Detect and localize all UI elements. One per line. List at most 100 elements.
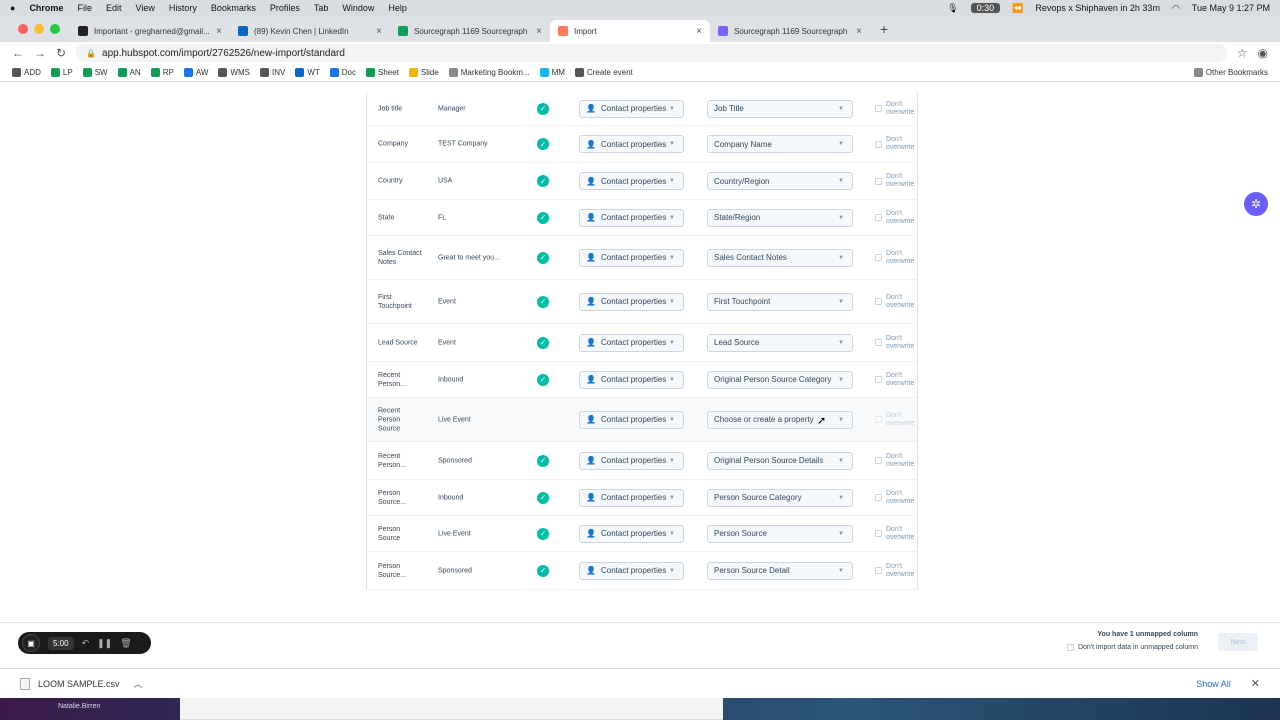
close-tab-icon[interactable]: × [216,26,222,37]
show-all-button[interactable]: Show All [1196,679,1231,689]
property-dropdown[interactable]: Company Name ▼ [707,135,853,153]
loom-timer[interactable]: 5:00 [48,636,74,650]
object-type-dropdown[interactable]: 👤 Contact properties ▼ [579,248,684,267]
close-tab-icon[interactable]: × [696,26,702,37]
overwrite-checkbox[interactable]: Don't overwrite [875,453,914,469]
reload-icon[interactable]: ↻ [56,46,66,60]
property-dropdown[interactable]: Job Title ▼ [707,99,853,118]
wifi-icon[interactable]: ◠ [1172,3,1180,14]
close-window-button[interactable] [18,24,28,34]
bookmark-create-event[interactable]: Create event [574,68,633,77]
star-icon[interactable]: ☆ [1237,46,1248,60]
close-tab-icon[interactable]: × [536,26,542,37]
profile-avatar[interactable]: ◉ [1258,46,1268,60]
checkbox[interactable] [875,530,882,537]
property-dropdown[interactable]: Lead Source ▼ [707,333,853,352]
property-dropdown[interactable]: Country/Region ▼ [707,172,853,190]
object-type-dropdown[interactable]: 👤 Contact properties ▼ [579,172,684,190]
menu-window[interactable]: Window [342,3,374,13]
bookmark-wt[interactable]: WT [295,68,320,77]
property-dropdown[interactable]: Person Source Detail ▼ [707,561,853,580]
checkbox[interactable] [875,494,882,501]
menu-app[interactable]: Chrome [29,3,63,13]
next-button[interactable]: Next [1218,633,1258,651]
menu-bookmarks[interactable]: Bookmarks [211,3,256,13]
forward-icon[interactable]: → [34,46,46,60]
object-type-dropdown[interactable]: 👤 Contact properties ▼ [579,524,684,543]
bookmark-rp[interactable]: RP [150,68,174,77]
checkbox[interactable] [875,298,882,305]
property-dropdown[interactable]: State/Region ▼ [707,208,853,227]
tab-import[interactable]: Import × [550,20,710,42]
overwrite-checkbox[interactable]: Don't overwrite [875,136,914,152]
other-bookmarks[interactable]: Other Bookmarks [1193,68,1268,77]
overwrite-checkbox[interactable]: Don't overwrite [875,490,914,506]
overwrite-checkbox[interactable]: Don't overwrite [875,335,914,351]
close-icon[interactable]: ✕ [1251,677,1260,690]
property-dropdown[interactable]: Person Source ▼ [707,524,853,543]
overwrite-checkbox[interactable]: Don't overwrite [875,563,914,579]
camera-icon[interactable]: ▣ [22,634,40,652]
microphone-icon[interactable]: 🎙 [947,3,958,14]
object-type-dropdown[interactable]: 👤 Contact properties ▼ [579,451,684,470]
menu-history[interactable]: History [169,3,197,13]
checkbox[interactable] [875,416,882,423]
download-filename[interactable]: LOOM SAMPLE.csv [38,679,120,689]
bookmark-sw[interactable]: SW [82,68,108,77]
bookmark-wms[interactable]: WMS [218,68,250,77]
object-type-dropdown[interactable]: 👤 Contact properties ▼ [579,208,684,227]
overwrite-checkbox[interactable]: Don't overwrite [875,250,914,266]
overwrite-checkbox[interactable]: Don't overwrite [875,526,914,542]
checkbox[interactable] [875,140,882,148]
object-type-dropdown[interactable]: 👤 Contact properties ▼ [579,561,684,580]
checkbox[interactable] [875,254,882,261]
tab-linkedin[interactable]: (89) Kevin Chen | LinkedIn × [230,20,390,42]
menu-tab[interactable]: Tab [314,3,329,13]
tab-sourcegraph-sheet[interactable]: Sourcegraph 1169 Sourcegraph × [390,20,550,42]
bookmark-slide[interactable]: Slide [408,68,439,77]
new-tab-button[interactable]: + [880,21,888,37]
menu-profiles[interactable]: Profiles [270,3,300,13]
tab-sourcegraph-2[interactable]: Sourcegraph 1169 Sourcegraph × [710,20,870,42]
bookmark-folder-marketing[interactable]: Marketing Bookm... [448,68,530,77]
object-type-dropdown[interactable]: 👤 Contact properties ▼ [579,333,684,352]
trash-icon[interactable]: 🗑 [120,638,131,649]
menu-file[interactable]: File [77,3,92,13]
apple-icon[interactable]: ● [10,3,15,13]
checkbox[interactable] [1066,644,1074,651]
property-dropdown[interactable]: Choose or create a property ▼ [707,410,853,429]
bookmark-aw[interactable]: AW [183,68,208,77]
checkbox[interactable] [875,177,882,185]
back-icon[interactable]: ← [12,46,24,60]
bookmark-inv[interactable]: INV [259,68,285,77]
bookmark-an[interactable]: AN [117,68,141,77]
property-dropdown[interactable]: First Touchpoint ▼ [707,292,853,311]
menu-edit[interactable]: Edit [106,3,122,13]
bookmark-add[interactable]: ADD [12,68,41,77]
menu-view[interactable]: View [135,3,154,13]
pause-icon[interactable]: ❚❚ [97,638,112,649]
clock[interactable]: Tue May 9 1:27 PM [1192,3,1270,13]
overwrite-checkbox[interactable]: Don't overwrite [875,412,914,428]
checkbox[interactable] [875,567,882,574]
bookmark-doc[interactable]: Doc [329,68,356,77]
overwrite-checkbox[interactable]: Don't overwrite [875,173,914,189]
object-type-dropdown[interactable]: 👤 Contact properties ▼ [579,135,684,153]
checkbox[interactable] [875,376,882,383]
rewind-icon[interactable]: ⏪ [1012,3,1023,14]
zoom-window-button[interactable] [50,24,60,34]
calendar-status[interactable]: Revops x Shiphaven in 2h 33m [1035,3,1160,13]
object-type-dropdown[interactable]: 👤 Contact properties ▼ [579,410,684,429]
chevron-up-icon[interactable]: ︿ [134,677,143,690]
minimize-window-button[interactable] [34,24,44,34]
tab-gmail[interactable]: Important - gregharned@gmail... × [70,20,230,42]
address-input[interactable]: 🔒 app.hubspot.com/import/2762526/new-imp… [76,44,1227,62]
overwrite-checkbox[interactable]: Don't overwrite [875,101,914,117]
object-type-dropdown[interactable]: 👤 Contact properties ▼ [579,292,684,311]
close-tab-icon[interactable]: × [376,26,382,37]
checkbox[interactable] [875,214,882,221]
object-type-dropdown[interactable]: 👤 Contact properties ▼ [579,488,684,507]
object-type-dropdown[interactable]: 👤 Contact properties ▼ [579,99,684,118]
property-dropdown[interactable]: Person Source Category ▼ [707,488,853,507]
dont-import-checkbox[interactable]: Don't import data in unmapped column [1066,644,1198,651]
